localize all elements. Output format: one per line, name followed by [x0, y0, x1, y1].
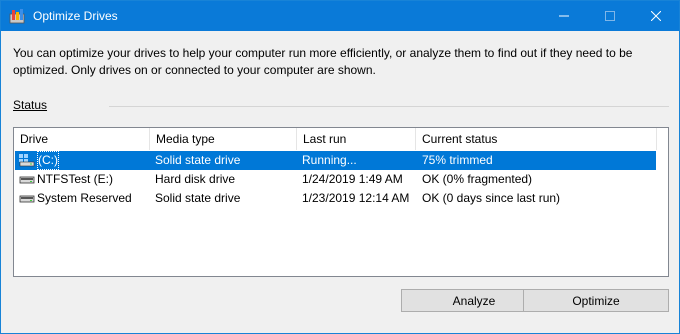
window-content: You can optimize your drives to help you…: [1, 31, 679, 333]
media-type: Solid state drive: [155, 191, 241, 205]
drive-name: System Reserved: [37, 191, 132, 205]
current-status: OK (0 days since last run): [422, 191, 561, 205]
current-status: OK (0% fragmented): [422, 172, 533, 186]
status-divider: [109, 106, 669, 107]
description-text: You can optimize your drives to help you…: [13, 46, 633, 77]
drive-name: NTFSTest (E:): [37, 172, 114, 186]
column-header-filler: [657, 128, 668, 150]
minimize-icon: [559, 11, 569, 21]
optimize-drives-icon: [9, 8, 25, 24]
drive-name: (C:): [37, 151, 59, 170]
column-header-drive[interactable]: Drive: [14, 128, 150, 150]
close-button[interactable]: [633, 1, 679, 31]
drives-list[interactable]: Drive Media type Last run Current status: [13, 127, 669, 277]
media-type: Hard disk drive: [155, 172, 236, 186]
table-row[interactable]: System Reserved Solid state drive 1/23/2…: [15, 189, 656, 208]
current-status: 75% trimmed: [422, 153, 493, 167]
window-title: Optimize Drives: [33, 9, 118, 23]
table-row[interactable]: NTFSTest (E:) Hard disk drive 1/24/2019 …: [15, 170, 656, 189]
close-icon: [651, 11, 661, 21]
column-header-last-run[interactable]: Last run: [297, 128, 416, 150]
last-run: 1/24/2019 1:49 AM: [302, 172, 403, 186]
optimize-drives-window: Optimize Drives You can optimize your dr…: [0, 0, 680, 334]
windows-drive-icon: [19, 154, 35, 167]
last-run: 1/23/2019 12:14 AM: [302, 191, 410, 205]
hard-drive-icon: [19, 192, 35, 205]
table-row[interactable]: (C:) Solid state drive Running... 75% tr…: [15, 151, 656, 170]
last-run: Running...: [302, 153, 357, 167]
media-type: Solid state drive: [155, 153, 241, 167]
list-header: Drive Media type Last run Current status: [14, 128, 668, 150]
title-bar[interactable]: Optimize Drives: [1, 1, 679, 31]
maximize-icon: [605, 11, 615, 21]
minimize-button[interactable]: [541, 1, 587, 31]
column-header-current-status[interactable]: Current status: [416, 128, 657, 150]
maximize-button[interactable]: [587, 1, 633, 31]
status-label-text: Status: [13, 98, 48, 112]
status-group-label: Status: [13, 98, 47, 112]
column-header-media-type[interactable]: Media type: [150, 128, 297, 150]
optimize-button[interactable]: Optimize: [523, 289, 669, 312]
drive-name-text: (C:): [37, 151, 59, 170]
hard-drive-icon: [19, 173, 35, 186]
